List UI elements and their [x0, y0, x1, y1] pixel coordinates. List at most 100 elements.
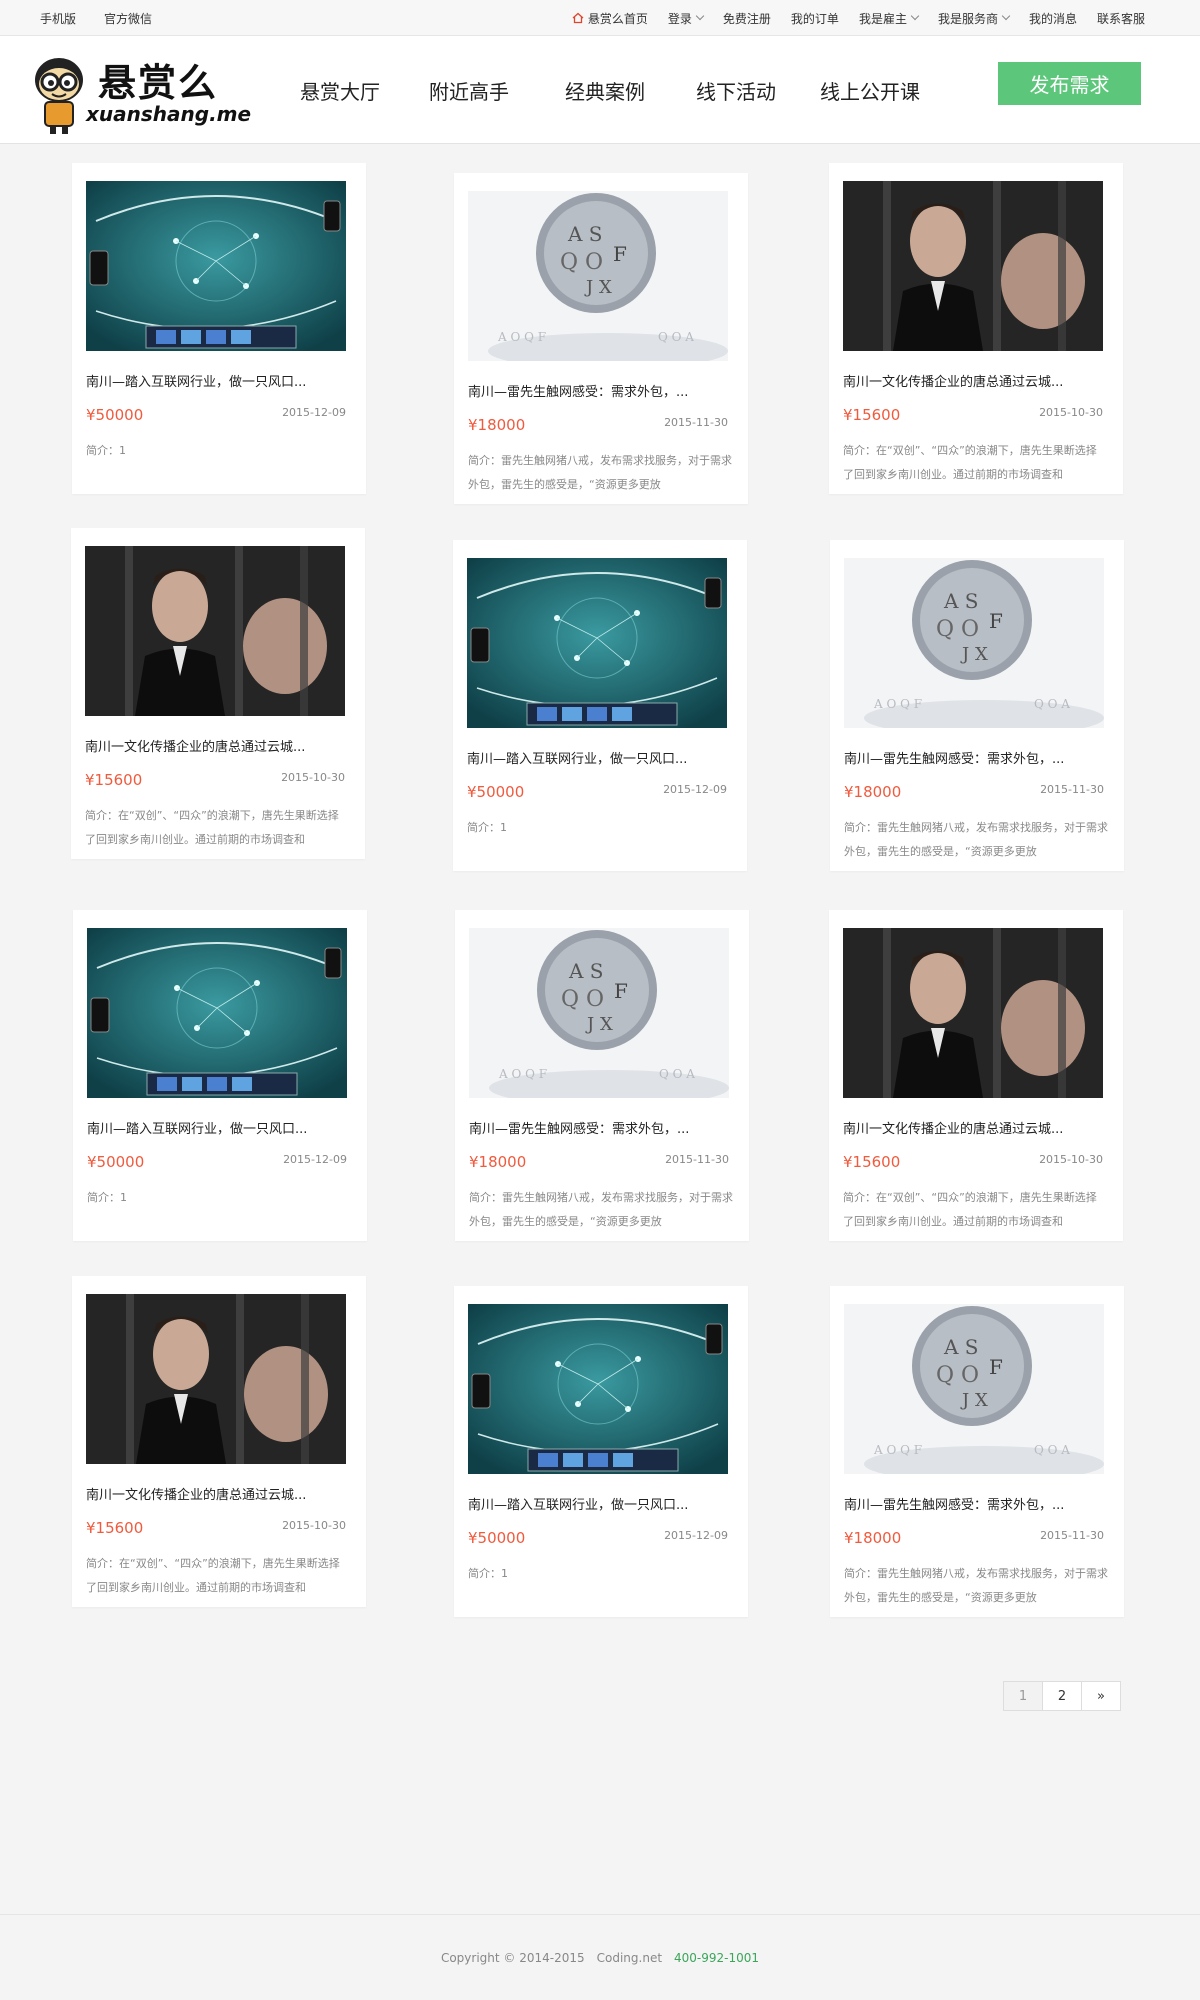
publish-demand-button[interactable]: 发布需求 — [998, 62, 1141, 105]
nav-online-courses[interactable]: 线上公开课 — [820, 76, 920, 105]
provider-menu[interactable]: 我是服务商 — [938, 10, 1011, 27]
task-title[interactable]: 南川—踏入互联网行业，做一只风口... — [467, 748, 729, 767]
task-price: ¥15600 — [843, 406, 901, 424]
svg-text:F: F — [613, 242, 627, 266]
nav-classic-cases[interactable]: 经典案例 — [565, 76, 645, 105]
task-thumbnail[interactable]: A S Q O J X F A O Q F Q O A — [468, 191, 728, 361]
nav-offline-events[interactable]: 线下活动 — [696, 76, 776, 105]
next-page-button[interactable]: » — [1081, 1681, 1121, 1711]
man-behind-bars-image — [86, 1294, 346, 1464]
task-card[interactable]: 南川—踏入互联网行业，做一只风口... ¥50000 2015-12-09 简介… — [73, 910, 367, 1241]
login-link[interactable]: 登录 — [667, 10, 705, 27]
task-date: 2015-12-09 — [283, 1153, 347, 1166]
page-2-button[interactable]: 2 — [1042, 1681, 1082, 1711]
task-title[interactable]: 南川—雷先生触网感受：需求外包，... — [844, 1494, 1106, 1513]
my-messages-link[interactable]: 我的消息 — [1029, 10, 1077, 27]
svg-text:A S: A S — [943, 589, 979, 613]
task-card[interactable]: 南川一文化传播企业的唐总通过云城... ¥15600 2015-10-30 简介… — [71, 528, 365, 859]
task-thumbnail[interactable] — [468, 1304, 728, 1474]
letter-sphere-image: A S Q O J X F A O Q F Q O A — [468, 191, 728, 361]
footer-site-link[interactable]: Coding.net — [597, 1951, 662, 1965]
task-thumbnail[interactable]: A S Q O J X F A O Q F Q O A — [469, 928, 729, 1098]
task-title[interactable]: 南川一文化传播企业的唐总通过云城... — [843, 1118, 1105, 1137]
task-title[interactable]: 南川一文化传播企业的唐总通过云城... — [85, 736, 347, 755]
svg-text:A O Q F: A O Q F — [873, 697, 922, 711]
task-card[interactable]: A S Q O J X F A O Q F Q O A 南川—雷先生触网感受：需… — [454, 173, 748, 504]
svg-text:F: F — [989, 609, 1003, 633]
task-thumbnail[interactable] — [85, 546, 345, 716]
svg-text:J X: J X — [585, 1014, 613, 1035]
task-date: 2015-11-30 — [1040, 783, 1104, 796]
task-card[interactable]: 南川一文化传播企业的唐总通过云城... ¥15600 2015-10-30 简介… — [72, 1276, 366, 1607]
site-logo[interactable]: 悬赏么 xuanshang.me — [28, 46, 251, 136]
main-nav: 悬赏大厅 附近高手 经典案例 线下活动 线上公开课 — [300, 36, 920, 144]
task-date: 2015-12-09 — [663, 783, 727, 796]
employer-menu[interactable]: 我是雇主 — [858, 10, 920, 27]
tech-network-image — [86, 181, 346, 351]
task-card[interactable]: 南川—踏入互联网行业，做一只风口... ¥50000 2015-12-09 简介… — [453, 540, 747, 871]
task-title[interactable]: 南川—雷先生触网感受：需求外包，... — [468, 381, 730, 400]
svg-text:J X: J X — [960, 644, 988, 665]
home-link-label: 悬赏么首页 — [587, 11, 648, 26]
task-thumbnail[interactable] — [87, 928, 347, 1098]
home-link[interactable]: 悬赏么首页 — [572, 10, 648, 27]
task-thumbnail[interactable] — [843, 928, 1103, 1098]
contact-support-link[interactable]: 联系客服 — [1097, 10, 1145, 27]
task-date: 2015-11-30 — [665, 1153, 729, 1166]
task-thumbnail[interactable] — [86, 1294, 346, 1464]
task-card[interactable]: 南川一文化传播企业的唐总通过云城... ¥15600 2015-10-30 简介… — [829, 910, 1123, 1241]
task-price: ¥15600 — [843, 1153, 901, 1171]
svg-text:A O Q F: A O Q F — [873, 1443, 922, 1457]
task-price: ¥50000 — [86, 406, 144, 424]
svg-text:A O Q F: A O Q F — [497, 330, 546, 344]
login-label: 登录 — [667, 11, 692, 26]
task-description: 简介：雷先生触网猪八戒，发布需求找服务，对于需求外包，雷先生的感受是，“资源更多… — [844, 1567, 1108, 1604]
svg-text:A S: A S — [943, 1335, 979, 1359]
man-behind-bars-image — [843, 181, 1103, 351]
task-thumbnail[interactable] — [843, 181, 1103, 351]
task-description: 简介：在“双创”、“四众”的浪潮下，唐先生果断选择了回到家乡南川创业。通过前期的… — [843, 444, 1097, 481]
chevron-down-icon — [1001, 11, 1011, 21]
task-thumbnail[interactable] — [86, 181, 346, 351]
task-title[interactable]: 南川—雷先生触网感受：需求外包，... — [469, 1118, 731, 1137]
task-date: 2015-10-30 — [281, 771, 345, 784]
task-description: 简介：在“双创”、“四众”的浪潮下，唐先生果断选择了回到家乡南川创业。通过前期的… — [843, 1191, 1097, 1228]
man-behind-bars-image — [85, 546, 345, 716]
page-1-button[interactable]: 1 — [1003, 1681, 1043, 1711]
my-orders-link[interactable]: 我的订单 — [791, 10, 839, 27]
task-title[interactable]: 南川—踏入互联网行业，做一只风口... — [468, 1494, 730, 1513]
mobile-version-link[interactable]: 手机版 — [40, 10, 76, 27]
task-price: ¥50000 — [467, 783, 525, 801]
task-title[interactable]: 南川—踏入互联网行业，做一只风口... — [87, 1118, 349, 1137]
task-price: ¥50000 — [87, 1153, 145, 1171]
task-card[interactable]: A S Q O J X F A O Q F Q O A 南川—雷先生触网感受：需… — [455, 910, 749, 1241]
task-title[interactable]: 南川—踏入互联网行业，做一只风口... — [86, 371, 348, 390]
chevron-down-icon — [910, 11, 920, 21]
employer-label: 我是雇主 — [858, 11, 907, 26]
tech-network-image — [467, 558, 727, 728]
svg-text:A O Q F: A O Q F — [498, 1067, 547, 1081]
register-link[interactable]: 免费注册 — [723, 10, 771, 27]
svg-text:Q O A: Q O A — [658, 330, 694, 344]
task-thumbnail[interactable] — [467, 558, 727, 728]
task-thumbnail[interactable]: A S Q O J X F A O Q F Q O A — [844, 1304, 1104, 1474]
task-title[interactable]: 南川—雷先生触网感受：需求外包，... — [844, 748, 1106, 767]
task-card[interactable]: 南川一文化传播企业的唐总通过云城... ¥15600 2015-10-30 简介… — [829, 163, 1123, 494]
task-date: 2015-11-30 — [1040, 1529, 1104, 1542]
svg-text:Q O: Q O — [936, 617, 979, 642]
task-thumbnail[interactable]: A S Q O J X F A O Q F Q O A — [844, 558, 1104, 728]
official-wechat-link[interactable]: 官方微信 — [104, 10, 152, 27]
task-card[interactable]: A S Q O J X F A O Q F Q O A 南川—雷先生触网感受：需… — [830, 540, 1124, 871]
task-card[interactable]: 南川—踏入互联网行业，做一只风口... ¥50000 2015-12-09 简介… — [72, 163, 366, 494]
nav-nearby-experts[interactable]: 附近高手 — [429, 76, 509, 105]
task-date: 2015-11-30 — [664, 416, 728, 429]
nav-bounty-hall[interactable]: 悬赏大厅 — [300, 76, 380, 105]
task-title[interactable]: 南川一文化传播企业的唐总通过云城... — [86, 1484, 348, 1503]
svg-text:A S: A S — [568, 959, 604, 983]
task-card[interactable]: A S Q O J X F A O Q F Q O A 南川—雷先生触网感受：需… — [830, 1286, 1124, 1617]
task-title[interactable]: 南川一文化传播企业的唐总通过云城... — [843, 371, 1105, 390]
svg-text:F: F — [614, 979, 628, 1003]
task-card[interactable]: 南川—踏入互联网行业，做一只风口... ¥50000 2015-12-09 简介… — [454, 1286, 748, 1617]
tech-network-image — [468, 1304, 728, 1474]
task-description: 简介：在“双创”、“四众”的浪潮下，唐先生果断选择了回到家乡南川创业。通过前期的… — [85, 809, 339, 846]
